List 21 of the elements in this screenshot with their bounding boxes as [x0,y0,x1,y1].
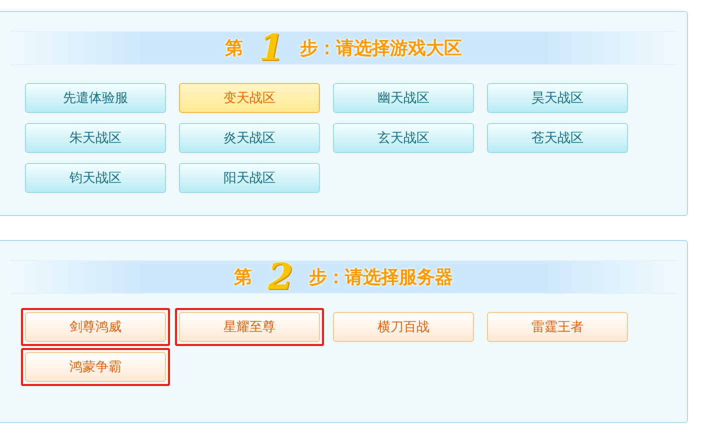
step-prefix: 第 [224,37,243,60]
zone-button[interactable]: 苍天战区 [487,123,628,153]
server-button[interactable]: 星耀至尊 [179,312,320,342]
zone-button[interactable]: 钧天战区 [25,163,166,193]
server-button[interactable]: 横刀百战 [333,312,474,342]
step-title: 步：请选择服务器 [309,266,454,289]
zone-button[interactable]: 先遣体验服 [25,83,166,113]
zone-button[interactable]: 朱天战区 [25,123,166,153]
step-prefix: 第 [234,266,252,289]
step-title: 步：请选择游戏大区 [300,37,462,60]
server-button[interactable]: 雷霆王者 [487,312,628,342]
server-button[interactable]: 剑尊鸿威 [25,312,166,342]
zone-button[interactable]: 玄天战区 [333,123,474,153]
zone-button[interactable]: 阳天战区 [179,163,320,193]
server-button[interactable]: 鸿蒙争霸 [25,352,166,382]
step-number: 1 [258,33,284,63]
zone-button[interactable]: 炎天战区 [179,123,320,153]
zone-button[interactable]: 昊天战区 [487,83,628,113]
zone-button[interactable]: 变天战区 [179,83,320,113]
zone-button[interactable]: 幽天战区 [333,83,474,113]
step-number: 2 [268,262,294,292]
